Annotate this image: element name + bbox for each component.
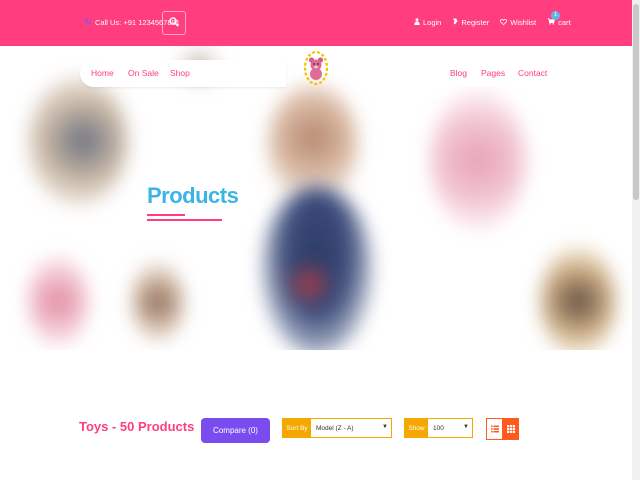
register-link[interactable]: Register: [452, 18, 489, 27]
user-icon: [414, 17, 420, 27]
register-label: Register: [461, 17, 490, 27]
login-link[interactable]: Login: [414, 18, 441, 27]
nav-home[interactable]: Home: [91, 68, 114, 78]
category-heading: Toys - 50 Products: [79, 419, 195, 434]
chevron-down-icon: ▼: [463, 424, 469, 430]
site-logo[interactable]: [303, 50, 329, 86]
blurred-product-image: [132, 262, 184, 342]
nav-left-group: Home On Sale Shop: [80, 60, 286, 87]
page: Call Us: +91 1234567891 Login Register W…: [0, 0, 640, 480]
grid-view-button[interactable]: [502, 418, 519, 440]
sort-value: Model (Z - A): [316, 424, 354, 432]
search-icon: [169, 14, 179, 32]
chevron-down-icon: ▼: [382, 424, 388, 430]
sort-control: Sort By Model (Z - A) ▼: [282, 418, 392, 438]
nav-blog[interactable]: Blog: [450, 68, 467, 78]
page-scrollbar[interactable]: [632, 0, 640, 480]
scrollbar-thumb[interactable]: [633, 4, 639, 200]
search-button[interactable]: [162, 11, 186, 35]
wishlist-link[interactable]: Wishlist: [500, 18, 536, 27]
title-underline: [147, 219, 222, 221]
page-title: Products: [147, 183, 239, 208]
heart-icon: [500, 18, 508, 27]
register-icon: [452, 18, 458, 27]
show-value: 100: [433, 424, 444, 432]
top-links: Login Register Wishlist 1 cart: [414, 11, 571, 27]
blurred-product-image: [28, 76, 128, 206]
show-select[interactable]: 100 ▼: [428, 419, 472, 437]
wishlist-label: Wishlist: [510, 17, 537, 27]
list-view-button[interactable]: [486, 418, 503, 440]
login-label: Login: [423, 17, 442, 27]
nav-right-group: Blog Pages Contact: [434, 60, 558, 87]
nav-on-sale[interactable]: On Sale: [128, 68, 159, 78]
show-label: Show: [405, 419, 428, 437]
grid-view-icon: [506, 420, 515, 438]
blurred-product-image: [286, 264, 332, 304]
title-underline: [147, 214, 185, 216]
sort-label: Sort By: [283, 419, 311, 437]
sort-select[interactable]: Model (Z - A) ▼: [311, 419, 391, 437]
cart-label: cart: [558, 17, 571, 27]
show-control: Show 100 ▼: [404, 418, 473, 438]
cart-link[interactable]: 1 cart: [547, 11, 571, 27]
blurred-product-image: [430, 90, 526, 230]
hero-banner: Home On Sale Shop Blog Pages Contact: [0, 46, 632, 350]
phone-icon: [84, 17, 91, 27]
blurred-product-image: [28, 256, 88, 346]
list-view-icon: [490, 420, 499, 438]
nav-shop[interactable]: Shop: [170, 68, 190, 78]
top-bar: Call Us: +91 1234567891 Login Register W…: [0, 0, 632, 46]
compare-button[interactable]: Compare (0): [201, 418, 270, 443]
blurred-product-image: [540, 246, 616, 350]
nav-contact[interactable]: Contact: [518, 68, 547, 78]
nav-pages[interactable]: Pages: [481, 68, 505, 78]
